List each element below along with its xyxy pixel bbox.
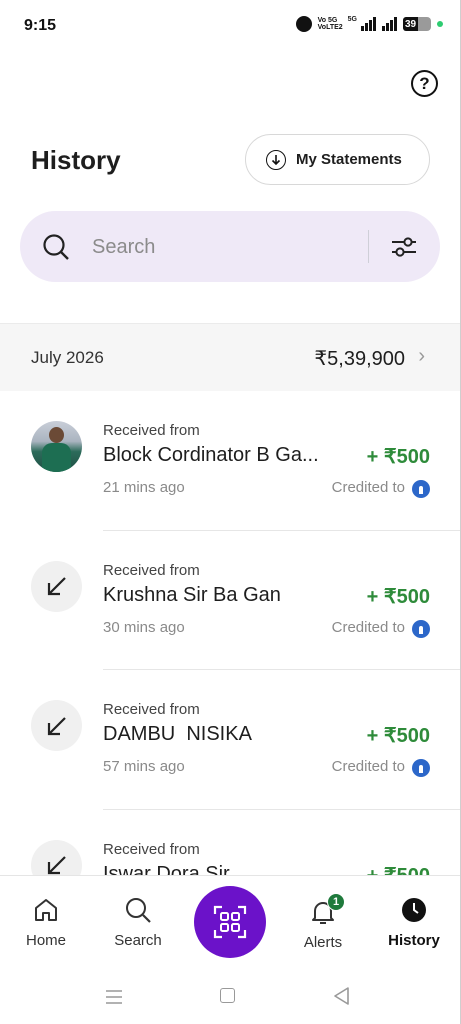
status-icons: Vo 5G VoLTE2 5G 39 bbox=[295, 16, 443, 32]
bank-logo-icon bbox=[412, 480, 430, 498]
signal-icon bbox=[361, 17, 376, 31]
txn-type-label: Received from bbox=[103, 840, 200, 858]
net-type-label: 5G bbox=[347, 16, 357, 23]
month-total: ₹5,39,900 bbox=[314, 348, 405, 370]
my-statements-button[interactable]: My Statements bbox=[245, 134, 430, 185]
nav-home-label: Home bbox=[25, 932, 66, 949]
alerts-badge: 1 bbox=[327, 893, 345, 911]
nav-home[interactable]: Home bbox=[6, 876, 86, 956]
nav-search[interactable]: Search bbox=[98, 876, 178, 956]
month-summary[interactable]: July 2026 ₹5,39,900 › bbox=[0, 323, 461, 391]
search-icon bbox=[42, 233, 70, 266]
nav-alerts-label: Alerts bbox=[303, 934, 343, 951]
nav-history[interactable]: History bbox=[374, 876, 454, 956]
month-label: July 2026 bbox=[31, 348, 104, 367]
battery-level: 39 bbox=[403, 17, 419, 31]
scan-qr-button[interactable] bbox=[194, 886, 266, 958]
transaction-row[interactable]: Received from DAMBU NISIKA + ₹500 57 min… bbox=[0, 670, 461, 810]
txn-credited-to: Credited to bbox=[331, 758, 405, 775]
transaction-row[interactable]: Received from Block Cordinator B Ga... +… bbox=[0, 391, 461, 531]
alarm-icon bbox=[295, 16, 312, 32]
search-input[interactable] bbox=[92, 232, 352, 262]
profile-photo bbox=[31, 421, 82, 472]
home-icon bbox=[35, 899, 57, 921]
txn-amount: + ₹500 bbox=[366, 446, 430, 468]
signal-icon-2 bbox=[382, 17, 397, 31]
nav-history-label: History bbox=[388, 932, 440, 949]
status-dot bbox=[437, 21, 443, 27]
txn-type-label: Received from bbox=[103, 701, 200, 718]
txn-credited-to: Credited to bbox=[331, 479, 405, 496]
page-title: History bbox=[31, 145, 121, 175]
txn-credited-to: Credited to bbox=[331, 618, 405, 636]
txn-amount: + ₹500 bbox=[367, 863, 430, 876]
status-time: 9:15 bbox=[24, 17, 57, 34]
status-bar: 9:15 Vo 5G VoLTE2 5G 39 bbox=[0, 0, 461, 52]
txn-amount: + ₹500 bbox=[366, 725, 430, 747]
arrow-down-left-icon bbox=[31, 700, 82, 751]
recents-icon[interactable] bbox=[105, 989, 123, 1005]
system-navigation-bar bbox=[0, 965, 461, 1024]
search-bar[interactable] bbox=[20, 211, 440, 282]
txn-type-label: Received from bbox=[103, 561, 200, 579]
search-icon bbox=[126, 898, 151, 923]
transaction-row[interactable]: Received from Krushna Sir Ba Gan + ₹500 … bbox=[0, 531, 461, 670]
help-icon: ? bbox=[419, 73, 430, 93]
nav-search-label: Search bbox=[114, 932, 162, 949]
home-square-icon[interactable] bbox=[220, 988, 235, 1003]
bottom-navigation: Home Search 1 Alerts History bbox=[0, 875, 461, 965]
txn-name: Krushna Sir Ba Gan bbox=[103, 583, 281, 606]
battery-icon: 39 bbox=[403, 17, 431, 31]
volte-label: Vo 5G VoLTE2 bbox=[317, 17, 343, 31]
arrow-down-left-icon bbox=[31, 839, 82, 875]
txn-time: 57 mins ago bbox=[103, 758, 185, 775]
chevron-right-icon: › bbox=[418, 345, 425, 367]
transaction-list[interactable]: Received from Block Cordinator B Ga... +… bbox=[0, 391, 461, 875]
bank-logo-icon bbox=[412, 619, 430, 638]
txn-name: Block Cordinator B Ga... bbox=[103, 444, 319, 466]
qr-scan-icon bbox=[213, 905, 247, 939]
txn-name: Iswar Dora Sir bbox=[103, 862, 230, 876]
txn-time: 21 mins ago bbox=[103, 479, 185, 496]
nav-alerts[interactable]: 1 Alerts bbox=[283, 876, 363, 956]
txn-amount: + ₹500 bbox=[366, 585, 430, 608]
search-divider bbox=[368, 230, 369, 263]
help-button[interactable]: ? bbox=[411, 70, 438, 97]
filter-icon[interactable] bbox=[390, 233, 418, 266]
back-icon[interactable] bbox=[333, 987, 349, 1005]
clock-icon bbox=[402, 898, 426, 922]
txn-type-label: Received from bbox=[103, 422, 200, 439]
txn-name: DAMBU NISIKA bbox=[103, 723, 252, 745]
arrow-down-left-icon bbox=[31, 560, 82, 612]
transaction-row[interactable]: Received from Iswar Dora Sir + ₹500 bbox=[0, 810, 461, 876]
bank-logo-icon bbox=[412, 759, 430, 777]
download-icon bbox=[266, 149, 286, 170]
txn-time: 30 mins ago bbox=[103, 618, 185, 636]
my-statements-label: My Statements bbox=[296, 151, 402, 168]
